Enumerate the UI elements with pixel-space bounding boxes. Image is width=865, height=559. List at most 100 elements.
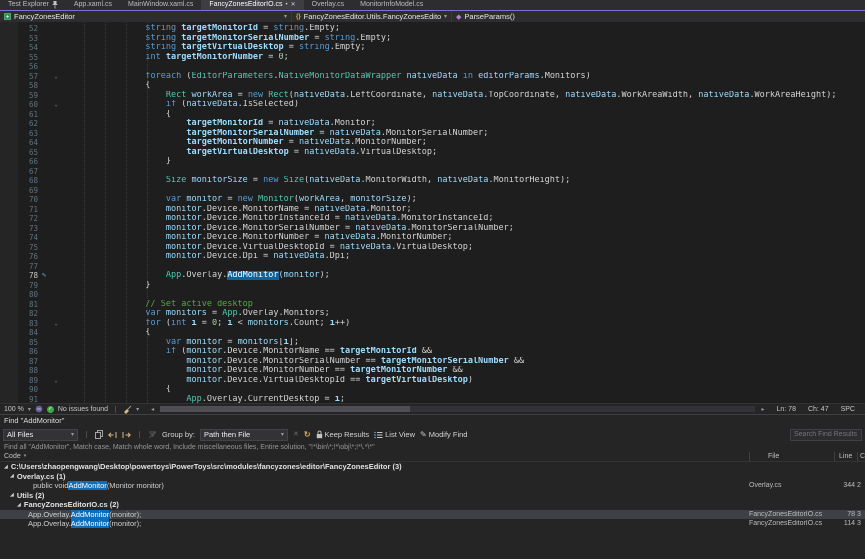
code-line[interactable]: 60⌄ if (nativeData.IsSelected) xyxy=(0,100,865,110)
code-line[interactable]: 70 var monitor = new Monitor(workArea, m… xyxy=(0,195,865,205)
line-number[interactable]: 86 xyxy=(18,347,38,357)
line-number[interactable]: 72 xyxy=(18,214,38,224)
line-number[interactable]: 70 xyxy=(18,195,38,205)
code-line[interactable]: 59 Rect workArea = new Rect(nativeData.L… xyxy=(0,91,865,101)
chevron-down-icon[interactable]: ▾ xyxy=(136,406,139,413)
code-line[interactable]: 89⌄ monitor.Device.VirtualDesktopId == t… xyxy=(0,376,865,386)
line-number[interactable]: 58 xyxy=(18,81,38,91)
result-row[interactable]: public void AddMonitor(Monitor monitor)O… xyxy=(0,481,865,491)
result-row[interactable]: App.Overlay.AddMonitor(monitor);FancyZon… xyxy=(0,510,865,520)
code-line[interactable]: 86 if (monitor.Device.MonitorName == tar… xyxy=(0,347,865,357)
code-line[interactable]: 87 monitor.Device.MonitorSerialNumber ==… xyxy=(0,357,865,367)
line-number[interactable]: 84 xyxy=(18,328,38,338)
line-column-header[interactable]: Line xyxy=(834,452,857,461)
line-number[interactable]: 74 xyxy=(18,233,38,243)
fold-chevron-icon[interactable]: ⌄ xyxy=(50,376,62,386)
line-number[interactable]: 65 xyxy=(18,148,38,158)
code-line[interactable]: 81 // Set active desktop xyxy=(0,300,865,310)
line-number[interactable]: 54 xyxy=(18,43,38,53)
code-line[interactable]: 52 string targetMonitorId = string.Empty… xyxy=(0,24,865,34)
list-view-button[interactable]: List View xyxy=(374,430,415,439)
code-line[interactable]: 72 monitor.Device.MonitorInstanceId = na… xyxy=(0,214,865,224)
expand-triangle-icon[interactable]: ◢ xyxy=(17,502,21,508)
code-line[interactable]: 56 xyxy=(0,62,865,72)
result-group-row[interactable]: ◢Utils (2) xyxy=(0,491,865,501)
line-number[interactable]: 68 xyxy=(18,176,38,186)
code-line[interactable]: 78✎ App.Overlay.AddMonitor(monitor); xyxy=(0,271,865,281)
line-number[interactable]: 71 xyxy=(18,205,38,215)
refresh-icon[interactable]: ↻ xyxy=(304,431,311,439)
code-line[interactable]: 82 var monitors = App.Overlay.Monitors; xyxy=(0,309,865,319)
line-number[interactable]: 78 xyxy=(18,271,38,281)
code-line[interactable]: 84 { xyxy=(0,328,865,338)
line-number[interactable]: 60 xyxy=(18,100,38,110)
line-number[interactable]: 53 xyxy=(18,34,38,44)
code-line[interactable]: 88 monitor.Device.MonitorNumber == targe… xyxy=(0,366,865,376)
result-row[interactable]: App.Overlay.AddMonitor(monitor);FancyZon… xyxy=(0,519,865,529)
project-dropdown[interactable]: FancyZonesEditor ▾ xyxy=(0,11,292,22)
code-line[interactable]: 55 int targetMonitorNumber = 0; xyxy=(0,53,865,63)
line-number[interactable]: 61 xyxy=(18,110,38,120)
code-line[interactable]: 79 } xyxy=(0,281,865,291)
code-line[interactable]: 61 { xyxy=(0,110,865,120)
scroll-left-icon[interactable]: ◂ xyxy=(151,406,154,413)
line-number[interactable]: 77 xyxy=(18,262,38,272)
zoom-level[interactable]: 100 % xyxy=(4,406,24,413)
code-line[interactable]: 74 monitor.Device.MonitorNumber = native… xyxy=(0,233,865,243)
line-number[interactable]: 89 xyxy=(18,376,38,386)
code-line[interactable]: 80 xyxy=(0,290,865,300)
pin-icon[interactable] xyxy=(52,1,58,9)
column-column-header[interactable]: C xyxy=(857,452,865,461)
line-number[interactable]: 90 xyxy=(18,385,38,395)
line-number[interactable]: 59 xyxy=(18,91,38,101)
line-number[interactable]: 91 xyxy=(18,395,38,404)
line-number[interactable]: 56 xyxy=(18,62,38,72)
line-number[interactable]: 55 xyxy=(18,53,38,63)
code-line[interactable]: 68 Size monitorSize = new Size(nativeDat… xyxy=(0,176,865,186)
code-line[interactable]: 69 xyxy=(0,186,865,196)
code-line[interactable]: 54 string targetVirtualDesktop = string.… xyxy=(0,43,865,53)
code-line[interactable]: 64 targetMonitorNumber = nativeData.Moni… xyxy=(0,138,865,148)
line-number[interactable]: 62 xyxy=(18,119,38,129)
fold-chevron-icon[interactable]: ⌄ xyxy=(50,319,62,329)
code-line[interactable]: 63 targetMonitorSerialNumber = nativeDat… xyxy=(0,129,865,139)
issues-status[interactable]: No issues found xyxy=(58,406,108,413)
fold-chevron-icon[interactable]: ⌄ xyxy=(50,72,62,82)
code-line[interactable]: 53 string targetMonitorSerialNumber = st… xyxy=(0,34,865,44)
line-number[interactable]: 83 xyxy=(18,319,38,329)
line-number[interactable]: 63 xyxy=(18,129,38,139)
clear-results-icon[interactable] xyxy=(148,431,157,439)
code-cleanup-icon[interactable] xyxy=(123,405,132,414)
line-number[interactable]: 79 xyxy=(18,281,38,291)
code-line[interactable]: 62 targetMonitorId = nativeData.Monitor; xyxy=(0,119,865,129)
code-line[interactable]: 76 monitor.Device.Dpi = nativeData.Dpi; xyxy=(0,252,865,262)
code-line[interactable]: 91 App.Overlay.CurrentDesktop = i; xyxy=(0,395,865,404)
scrollbar-thumb[interactable] xyxy=(160,406,410,412)
zoom-chevron-icon[interactable]: ▾ xyxy=(28,406,31,413)
tab-test-explorer[interactable]: Test Explorer xyxy=(0,0,66,10)
line-number[interactable]: 75 xyxy=(18,243,38,253)
copy-icon[interactable] xyxy=(95,430,103,439)
expand-triangle-icon[interactable]: ◢ xyxy=(10,473,14,479)
line-number[interactable]: 66 xyxy=(18,157,38,167)
line-number[interactable]: 52 xyxy=(18,24,38,34)
code-line[interactable]: 66 } xyxy=(0,157,865,167)
tab-monitorinfomodel-cs[interactable]: MonitorInfoModel.cs xyxy=(352,0,431,10)
line-number[interactable]: 76 xyxy=(18,252,38,262)
chevron-down-icon[interactable]: ▾ xyxy=(444,13,447,20)
tab-overlay-cs[interactable]: Overlay.cs xyxy=(304,0,353,10)
line-number[interactable]: 81 xyxy=(18,300,38,310)
line-number[interactable]: 69 xyxy=(18,186,38,196)
line-number[interactable]: 88 xyxy=(18,366,38,376)
result-group-row[interactable]: ◢FancyZonesEditorIO.cs (2) xyxy=(0,500,865,510)
member-dropdown[interactable]: ◆ ParseParams() xyxy=(452,11,865,22)
next-location-icon[interactable] xyxy=(122,431,131,439)
line-number[interactable]: 80 xyxy=(18,290,38,300)
previous-location-icon[interactable] xyxy=(108,431,117,439)
code-line[interactable]: 90 { xyxy=(0,385,865,395)
filter-chevron-icon[interactable]: ▾ xyxy=(24,452,27,461)
line-number[interactable]: 82 xyxy=(18,309,38,319)
code-line[interactable]: 65 targetVirtualDesktop = nativeData.Vir… xyxy=(0,148,865,158)
document-health-icon[interactable] xyxy=(35,405,43,413)
code-line[interactable]: 73 monitor.Device.MonitorSerialNumber = … xyxy=(0,224,865,234)
